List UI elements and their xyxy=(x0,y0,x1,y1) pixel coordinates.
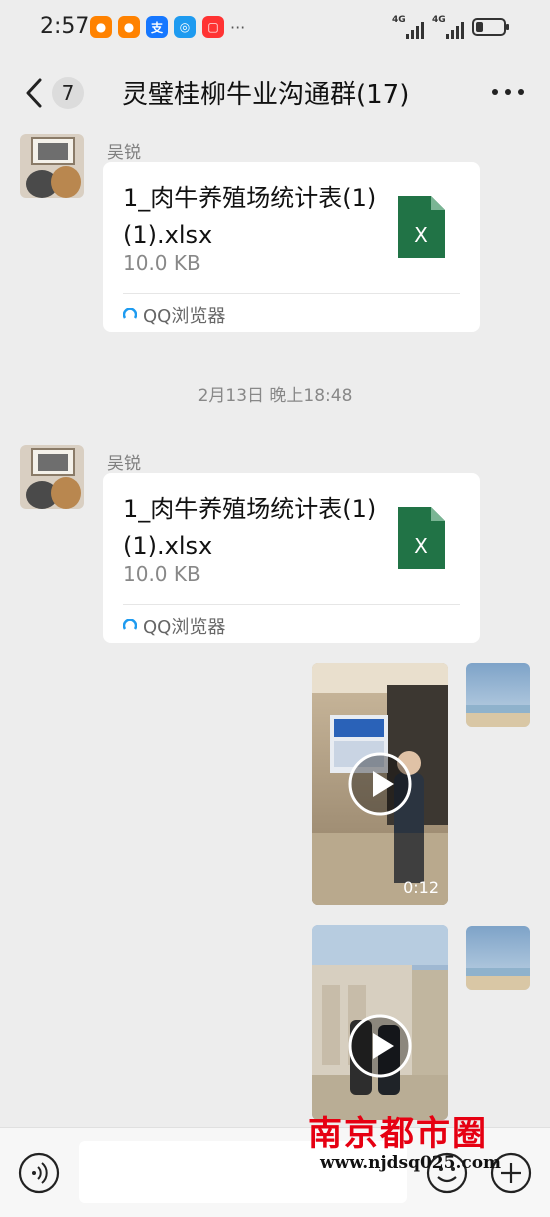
excel-file-icon: X xyxy=(398,507,445,569)
play-icon[interactable] xyxy=(348,752,412,816)
browser-icon: ◎ xyxy=(174,16,196,38)
video-message[interactable] xyxy=(312,925,448,1120)
qq-browser-icon xyxy=(123,619,137,630)
file-size: 10.0 KB xyxy=(123,251,201,275)
battery-icon xyxy=(472,18,509,36)
alipay-icon: 支 xyxy=(146,16,168,38)
card-divider xyxy=(123,604,460,605)
avatar[interactable] xyxy=(466,663,530,727)
file-name: 1_肉牛养殖场统计表(1)(1).xlsx xyxy=(123,184,377,249)
more-notifications-icon: ··· xyxy=(230,17,246,37)
avatar[interactable] xyxy=(20,445,84,509)
signal-icon: 4G xyxy=(392,15,424,39)
status-time: 2:57 xyxy=(40,14,90,39)
video-app-icon: ▢ xyxy=(202,16,224,38)
chat-timestamp: 2月13日 晚上18:48 xyxy=(197,386,353,406)
file-source-label: QQ浏览器 xyxy=(143,617,226,638)
video-duration: 0:12 xyxy=(403,878,439,897)
status-bar: 2:57 ● ● 支 ◎ ▢ ··· 4G 4G xyxy=(0,0,550,56)
file-source-label: QQ浏览器 xyxy=(143,306,226,327)
sender-name: 吴锐 xyxy=(107,143,141,163)
excel-file-icon: X xyxy=(398,196,445,258)
file-source: QQ浏览器 xyxy=(123,302,225,328)
back-arrow-icon[interactable] xyxy=(22,76,50,110)
video-message[interactable]: 0:12 xyxy=(312,663,448,905)
card-divider xyxy=(123,293,460,294)
file-message-card[interactable]: 1_肉牛养殖场统计表(1)(1).xlsx 10.0 KB X QQ浏览器 xyxy=(103,473,480,643)
qq-browser-icon xyxy=(123,308,137,319)
chat-title: 灵璧桂柳牛业沟通群(17) xyxy=(122,80,410,110)
chat-header: 7 灵璧桂柳牛业沟通群(17) xyxy=(0,56,550,130)
file-message-card[interactable]: 1_肉牛养殖场统计表(1)(1).xlsx 10.0 KB X QQ浏览器 xyxy=(103,162,480,332)
watermark-title: 南京都市圈 xyxy=(308,1114,488,1154)
weibo-icon: ● xyxy=(90,16,112,38)
more-options-icon[interactable] xyxy=(492,84,528,100)
svg-text:X: X xyxy=(414,223,428,247)
unread-count-badge[interactable]: 7 xyxy=(52,77,84,109)
file-name: 1_肉牛养殖场统计表(1)(1).xlsx xyxy=(123,495,377,560)
watermark-logo: 南京都市圈 www.njdsq025.com xyxy=(308,1106,542,1178)
signal-icon: 4G xyxy=(432,15,464,39)
play-icon[interactable] xyxy=(348,1014,412,1078)
sender-name: 吴锐 xyxy=(107,454,141,474)
avatar[interactable] xyxy=(466,926,530,990)
svg-text:X: X xyxy=(414,534,428,558)
avatar[interactable] xyxy=(20,134,84,198)
notification-icons: ● ● 支 ◎ ▢ ··· xyxy=(90,16,245,38)
file-size: 10.0 KB xyxy=(123,562,201,586)
voice-input-icon[interactable] xyxy=(18,1152,60,1194)
watermark-url: www.njdsq025.com xyxy=(320,1153,502,1173)
file-source: QQ浏览器 xyxy=(123,613,225,639)
weibo-icon: ● xyxy=(118,16,140,38)
